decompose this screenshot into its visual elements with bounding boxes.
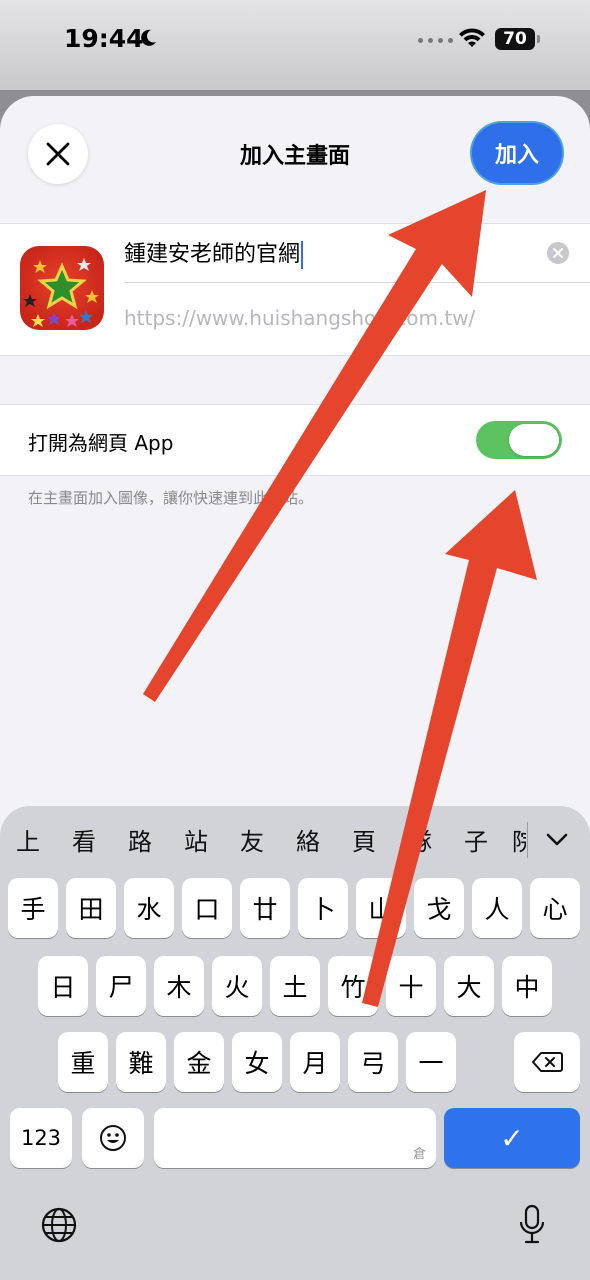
suggestion[interactable]: 上 [8,822,48,857]
signal-dots-icon [418,38,453,43]
key[interactable]: 女 [232,1032,282,1092]
key[interactable]: 重 [58,1032,108,1092]
key[interactable]: 口 [182,878,232,938]
suggestion[interactable]: 看 [64,822,104,857]
key[interactable]: 一 [406,1032,456,1092]
key[interactable]: 木 [154,956,204,1016]
suggestion[interactable]: 院 [512,822,526,857]
chevron-down-icon[interactable] [545,832,569,848]
stars-icon [23,258,99,327]
key[interactable]: 手 [8,878,58,938]
footnote-text: 在主畫面加入圖像，讓你快速連到此網站。 [28,489,314,507]
key[interactable]: 大 [444,956,494,1016]
clear-text-icon[interactable] [547,242,569,264]
suggestion[interactable]: 隊 [400,822,440,857]
space-key[interactable]: 倉 [154,1108,436,1168]
bookmark-card: 鍾建安老師的官網 https://www.huishangshou.com.tw… [0,223,590,356]
key[interactable]: 難 [116,1032,166,1092]
web-app-toggle[interactable] [476,421,562,459]
key[interactable]: 弓 [348,1032,398,1092]
key[interactable]: 戈 [414,878,464,938]
key[interactable]: 心 [530,878,580,938]
done-key[interactable]: ✓ [444,1108,580,1168]
battery-icon: 70 [495,28,535,50]
suggestion[interactable]: 頁 [344,822,384,857]
delete-key[interactable] [514,1032,580,1092]
emoji-icon [100,1125,126,1151]
key[interactable]: 十 [386,956,436,1016]
suggestion-bar: 上 看 路 站 友 絡 頁 隊 子 院 [0,806,590,872]
name-input[interactable]: 鍾建安老師的官網 [124,240,304,270]
key[interactable]: 金 [174,1032,224,1092]
suggestion[interactable]: 路 [120,822,160,857]
keyboard: 上 看 路 站 友 絡 頁 隊 子 院 手 田 水 口 廿 卜 山 戈 人 心 … [0,806,590,1280]
add-button[interactable]: 加入 [472,123,562,183]
suggestion[interactable]: 友 [232,822,272,857]
key[interactable]: 火 [212,956,262,1016]
url-text: https://www.huishangshou.com.tw/ [124,306,476,330]
key[interactable]: 田 [66,878,116,938]
key[interactable]: 水 [124,878,174,938]
emoji-key[interactable] [82,1108,144,1168]
numbers-key[interactable]: 123 [10,1108,72,1168]
microphone-icon[interactable] [518,1204,546,1246]
status-bar: 19:44 70 [0,0,590,90]
suggestion[interactable]: 站 [176,822,216,857]
key[interactable]: 卜 [298,878,348,938]
suggestion[interactable]: 子 [456,822,496,857]
moon-icon [141,29,156,46]
wifi-icon [459,28,485,47]
key[interactable]: 尸 [96,956,146,1016]
key[interactable]: 土 [270,956,320,1016]
name-value: 鍾建安老師的官網 [124,242,301,267]
text-caret [301,241,304,269]
globe-icon[interactable] [40,1206,78,1244]
battery-level: 70 [503,29,527,49]
key[interactable]: 山 [356,878,406,938]
key[interactable]: 人 [472,878,522,938]
key[interactable]: 月 [290,1032,340,1092]
web-app-label: 打開為網頁 App [28,431,174,455]
web-app-row: 打開為網頁 App [0,404,590,476]
key[interactable]: 廿 [240,878,290,938]
key[interactable]: 日 [38,956,88,1016]
status-time: 19:44 [64,24,144,53]
suggestion[interactable]: 絡 [288,822,328,857]
app-icon [20,246,104,330]
key[interactable]: 竹 [328,956,378,1016]
space-hint: 倉 [412,1147,426,1162]
backspace-icon [532,1052,563,1072]
key[interactable]: 中 [502,956,552,1016]
